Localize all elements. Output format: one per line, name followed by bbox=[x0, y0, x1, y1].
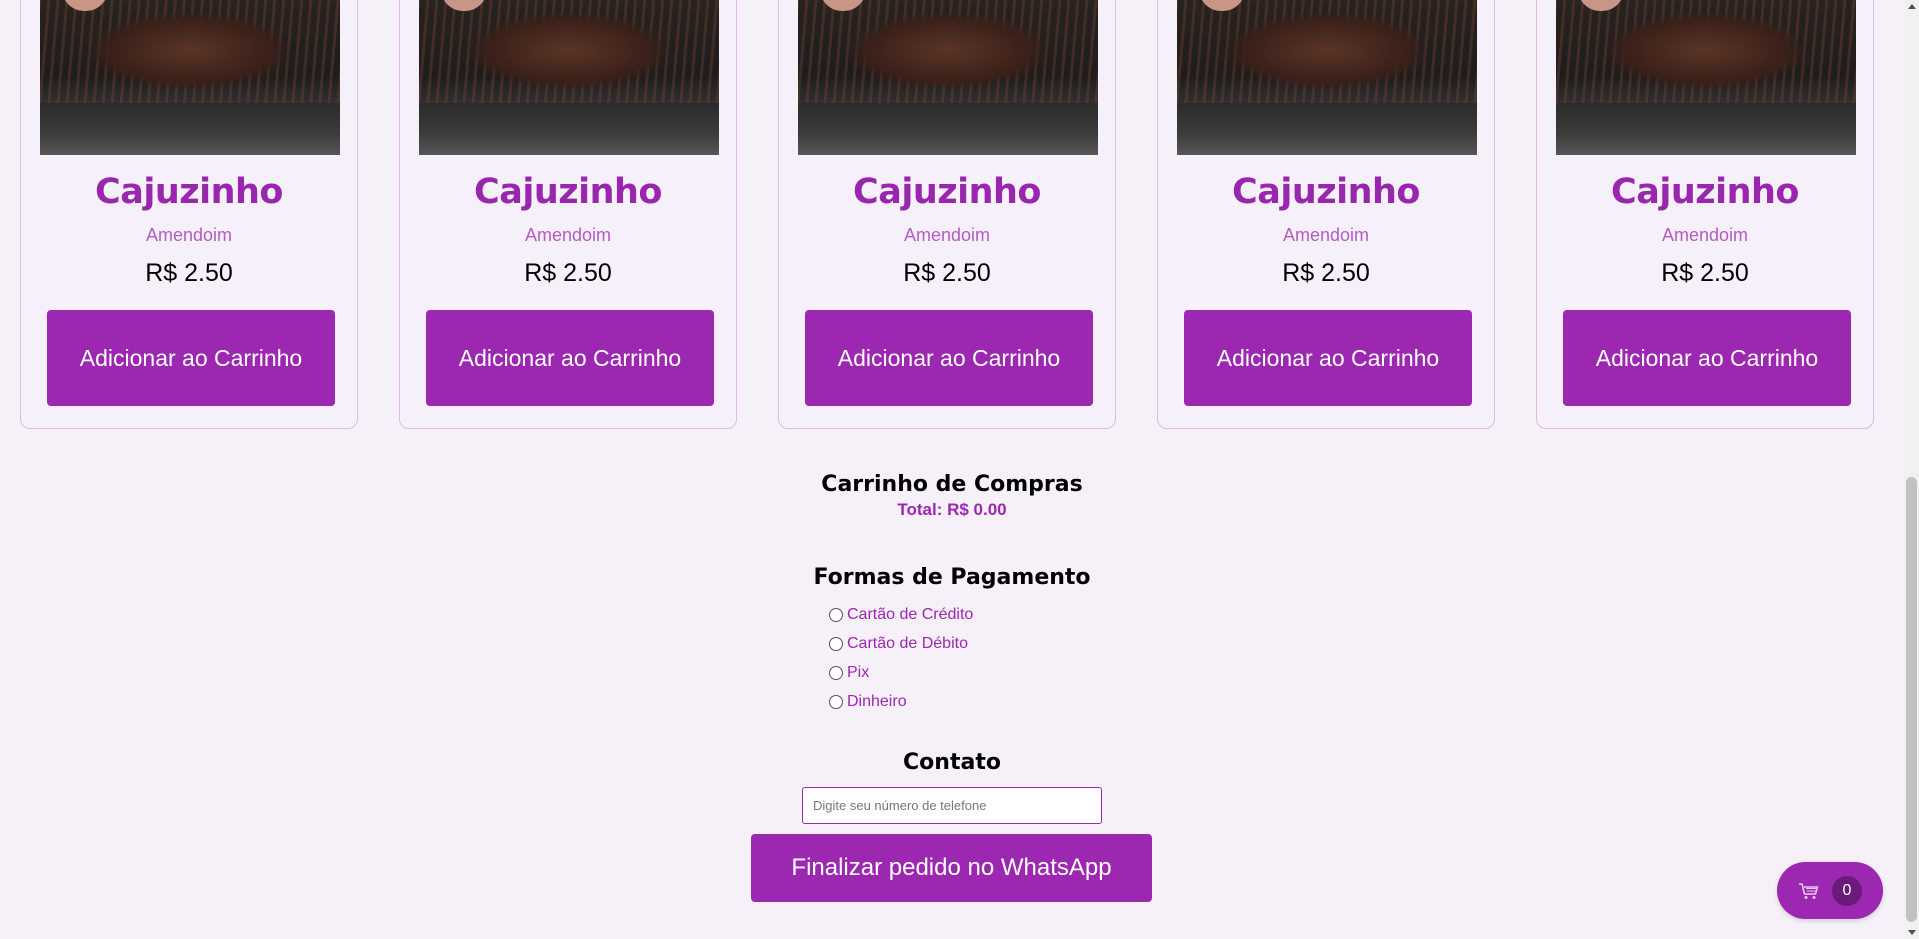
product-price: R$ 2.50 bbox=[145, 259, 233, 287]
cart-count-badge: 0 bbox=[1832, 875, 1862, 906]
product-flavor: Amendoim bbox=[524, 225, 612, 245]
product-card: Cajuzinho Amendoim R$ 2.50 Adicionar ao … bbox=[1536, 0, 1874, 429]
radio-button[interactable] bbox=[829, 607, 843, 622]
radio-button[interactable] bbox=[829, 665, 843, 680]
whatsapp-checkout-button[interactable]: Finalizar pedido no WhatsApp bbox=[751, 834, 1152, 902]
payment-option-label: Dinheiro bbox=[847, 692, 907, 710]
product-price: R$ 2.50 bbox=[524, 259, 612, 287]
product-image bbox=[40, 0, 340, 155]
product-price: R$ 2.50 bbox=[903, 259, 991, 287]
product-name: Cajuzinho bbox=[474, 172, 662, 212]
add-to-cart-button[interactable]: Adicionar ao Carrinho bbox=[805, 310, 1093, 406]
radio-button[interactable] bbox=[829, 636, 843, 651]
product-name: Cajuzinho bbox=[1232, 172, 1420, 212]
floating-cart-button[interactable]: 0 bbox=[1777, 862, 1883, 919]
product-image bbox=[1556, 0, 1856, 155]
product-flavor: Amendoim bbox=[903, 225, 991, 245]
payment-option-cash[interactable]: Dinheiro bbox=[829, 687, 973, 716]
product-card: Cajuzinho Amendoim R$ 2.50 Adicionar ao … bbox=[778, 0, 1116, 429]
scroll-up-icon[interactable] bbox=[1908, 4, 1916, 9]
payment-option-pix[interactable]: Pix bbox=[829, 658, 973, 687]
add-to-cart-button[interactable]: Adicionar ao Carrinho bbox=[426, 310, 714, 406]
product-name: Cajuzinho bbox=[1611, 172, 1799, 212]
product-flavor: Amendoim bbox=[145, 225, 233, 245]
cart-title: Carrinho de Compras bbox=[821, 472, 1083, 497]
product-image bbox=[1177, 0, 1477, 155]
payment-option-label: Cartão de Crédito bbox=[847, 605, 974, 623]
add-to-cart-button[interactable]: Adicionar ao Carrinho bbox=[1563, 310, 1851, 406]
add-to-cart-button[interactable]: Adicionar ao Carrinho bbox=[47, 310, 335, 406]
product-image bbox=[798, 0, 1098, 155]
product-card: Cajuzinho Amendoim R$ 2.50 Adicionar ao … bbox=[399, 0, 737, 429]
add-to-cart-button[interactable]: Adicionar ao Carrinho bbox=[1184, 310, 1472, 406]
cart-icon bbox=[1799, 882, 1819, 899]
phone-input[interactable] bbox=[802, 787, 1102, 824]
radio-button[interactable] bbox=[829, 694, 843, 709]
scrollbar-thumb[interactable] bbox=[1906, 477, 1917, 922]
payment-option-debit[interactable]: Cartão de Débito bbox=[829, 629, 973, 658]
product-name: Cajuzinho bbox=[853, 172, 1041, 212]
payment-options: Cartão de Crédito Cartão de Débito Pix D… bbox=[829, 600, 973, 716]
scroll-down-icon[interactable] bbox=[1908, 930, 1916, 935]
contact-title: Contato bbox=[903, 750, 1001, 775]
product-card: Cajuzinho Amendoim R$ 2.50 Adicionar ao … bbox=[1157, 0, 1495, 429]
payment-option-credit[interactable]: Cartão de Crédito bbox=[829, 600, 973, 629]
product-name: Cajuzinho bbox=[95, 172, 283, 212]
product-flavor: Amendoim bbox=[1661, 225, 1749, 245]
product-price: R$ 2.50 bbox=[1661, 259, 1749, 287]
product-image bbox=[419, 0, 719, 155]
payment-option-label: Pix bbox=[847, 663, 870, 681]
product-flavor: Amendoim bbox=[1282, 225, 1370, 245]
payment-title: Formas de Pagamento bbox=[813, 565, 1091, 590]
payment-option-label: Cartão de Débito bbox=[847, 634, 968, 652]
product-price: R$ 2.50 bbox=[1282, 259, 1370, 287]
cart-total: Total: R$ 0.00 bbox=[897, 500, 1007, 519]
product-grid: Cajuzinho Amendoim R$ 2.50 Adicionar ao … bbox=[20, 0, 1874, 429]
product-card: Cajuzinho Amendoim R$ 2.50 Adicionar ao … bbox=[20, 0, 358, 429]
vertical-scrollbar[interactable] bbox=[1904, 0, 1919, 939]
